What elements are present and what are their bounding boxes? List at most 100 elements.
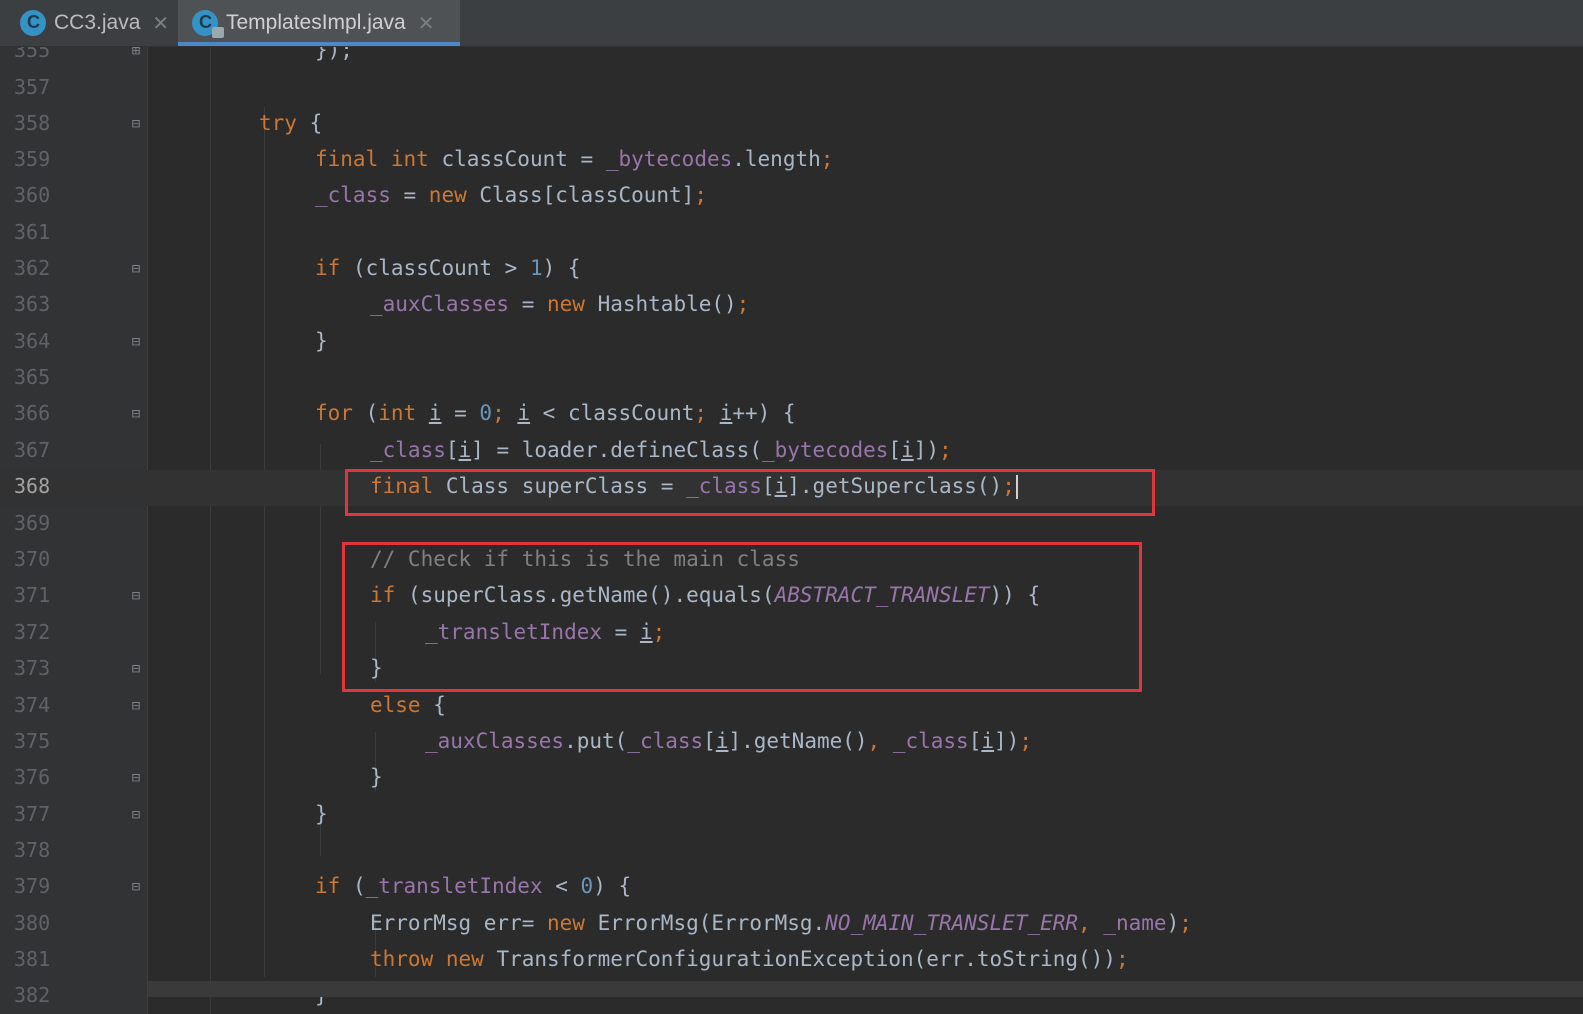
line-number: 359 [14, 147, 51, 171]
close-icon[interactable]: ✕ [152, 11, 169, 36]
code-line[interactable]: 360 _class = new Class[classCount]; [0, 179, 1583, 215]
fold-marker-icon[interactable]: ⊞ [128, 47, 144, 59]
code-line[interactable]: 361 [0, 216, 1583, 252]
code-token: ; [1179, 911, 1192, 935]
code-line[interactable]: 362 ⊟ if (classCount > 1) { [0, 252, 1583, 288]
code-line[interactable]: 378 [0, 834, 1583, 870]
code-token: , [867, 729, 893, 753]
code-token: if [315, 256, 341, 280]
fold-marker-icon[interactable]: ⊟ [128, 261, 144, 277]
tab-label: TemplatesImpl.java [226, 11, 406, 34]
fold-marker-icon[interactable]: ⊟ [128, 807, 144, 823]
code-editor[interactable]: 355 ⊞}); 357 358 ⊟ try {359 final int classCou… [0, 47, 1583, 1014]
code-line[interactable]: 377 ⊟} [0, 798, 1583, 834]
line-number: 381 [14, 947, 51, 971]
line-number: 358 [14, 111, 51, 135]
code-token: _class [315, 183, 391, 207]
code-token: _class [370, 438, 446, 462]
code-token: 0 [580, 874, 594, 898]
code-token: new [547, 911, 585, 935]
line-number: 355 [14, 47, 51, 62]
code-token: }); [315, 47, 353, 62]
code-token: .length [732, 147, 821, 171]
code-token: int [378, 401, 417, 425]
line-number: 374 [14, 693, 51, 717]
code-token: i [715, 729, 729, 753]
code-token: i [517, 401, 531, 425]
line-number: 370 [14, 547, 51, 571]
horizontal-scrollbar[interactable] [148, 981, 1583, 997]
line-number: 371 [14, 583, 51, 607]
fold-marker-icon[interactable]: ⊟ [128, 116, 144, 132]
code-token: ; [694, 183, 707, 207]
code-token: .put( [564, 729, 628, 753]
code-token: _class [892, 729, 969, 753]
code-token: NO_MAIN_TRANSLET_ERR [825, 911, 1079, 935]
fold-marker-icon[interactable]: ⊟ [128, 406, 144, 422]
code-token: for [315, 401, 353, 425]
code-text: } [315, 802, 328, 826]
code-text: _auxClasses.put(_class[i].getName(), _cl… [425, 729, 1032, 753]
line-number: 377 [14, 802, 51, 826]
line-number: 361 [14, 220, 51, 244]
code-text: final int classCount = _bytecodes.length… [315, 147, 833, 171]
code-text: ErrorMsg err= new ErrorMsg(ErrorMsg.NO_M… [370, 911, 1192, 935]
code-token: ; [736, 292, 750, 316]
close-icon[interactable]: ✕ [418, 11, 435, 36]
code-line[interactable]: 357 [0, 71, 1583, 107]
code-token: ] = loader.defineClass( [471, 438, 762, 462]
code-line[interactable]: 365 [0, 361, 1583, 397]
line-number: 363 [14, 292, 51, 316]
fold-marker-icon[interactable]: ⊟ [128, 661, 144, 677]
line-number: 376 [14, 765, 51, 789]
code-token: ErrorMsg(ErrorMsg. [584, 911, 826, 935]
code-line[interactable]: 376 ⊟} [0, 761, 1583, 797]
fold-marker-icon[interactable]: ⊟ [128, 588, 144, 604]
code-text: for (int i = 0; i < classCount; i++) { [315, 401, 796, 425]
code-line[interactable]: 374 ⊟ else { [0, 689, 1583, 725]
code-token: < [542, 874, 581, 898]
code-text: _class = new Class[classCount]; [315, 183, 707, 207]
code-line[interactable]: 358 ⊟ try { [0, 107, 1583, 143]
fold-marker-icon[interactable]: ⊟ [128, 879, 144, 895]
code-token: _auxClasses [370, 292, 510, 316]
line-number: 382 [14, 983, 51, 1007]
fold-marker-icon[interactable]: ⊟ [128, 334, 144, 350]
fold-marker-icon[interactable]: ⊟ [128, 698, 144, 714]
code-token: } [315, 329, 328, 353]
code-line[interactable]: 379 ⊟ if (_transletIndex < 0) { [0, 870, 1583, 906]
line-number: 357 [14, 75, 51, 99]
code-token: [ [968, 729, 982, 753]
code-token: ) { [593, 874, 632, 898]
code-token: 0 [479, 401, 493, 425]
tab-templatesimpl-java[interactable]: C TemplatesImpl.java ✕ [178, 0, 460, 46]
code-line[interactable]: 381 throw new TransformerConfigurationExc… [0, 943, 1583, 979]
code-token: i [458, 438, 472, 462]
code-text: else { [370, 693, 446, 717]
code-line[interactable]: 367 _class[i] = loader.defineClass(_bytec… [0, 434, 1583, 470]
code-line[interactable]: 363 _auxClasses = new Hashtable(); [0, 288, 1583, 324]
code-token: = [509, 292, 548, 316]
code-token: Hashtable() [584, 292, 737, 316]
code-line[interactable]: 366 ⊟ for (int i = 0; i < classCount; i++)… [0, 397, 1583, 433]
code-text: } [315, 329, 328, 353]
code-token: ].getName() [728, 729, 868, 753]
fold-marker-icon[interactable]: ⊟ [128, 770, 144, 786]
tab-cc3-java[interactable]: C CC3.java ✕ [0, 0, 178, 46]
tab-label: CC3.java [54, 11, 141, 34]
code-line[interactable]: 364 ⊟} [0, 325, 1583, 361]
code-line[interactable]: 359 final int classCount = _bytecodes.len… [0, 143, 1583, 179]
code-token: _bytecodes [605, 147, 733, 171]
code-token: ++) { [732, 401, 796, 425]
code-token: < classCount [530, 401, 695, 425]
code-text: } [370, 765, 383, 789]
code-token: ( [340, 874, 366, 898]
code-token: i [719, 401, 733, 425]
code-token: ( [352, 401, 379, 425]
line-number: 362 [14, 256, 51, 280]
line-number: 373 [14, 656, 51, 680]
line-number: 372 [14, 620, 51, 644]
code-line[interactable]: 380 ErrorMsg err= new ErrorMsg(ErrorMsg.N… [0, 907, 1583, 943]
code-line[interactable]: 375 _auxClasses.put(_class[i].getName(), … [0, 725, 1583, 761]
code-line[interactable]: 355 ⊞}); [0, 47, 1583, 70]
